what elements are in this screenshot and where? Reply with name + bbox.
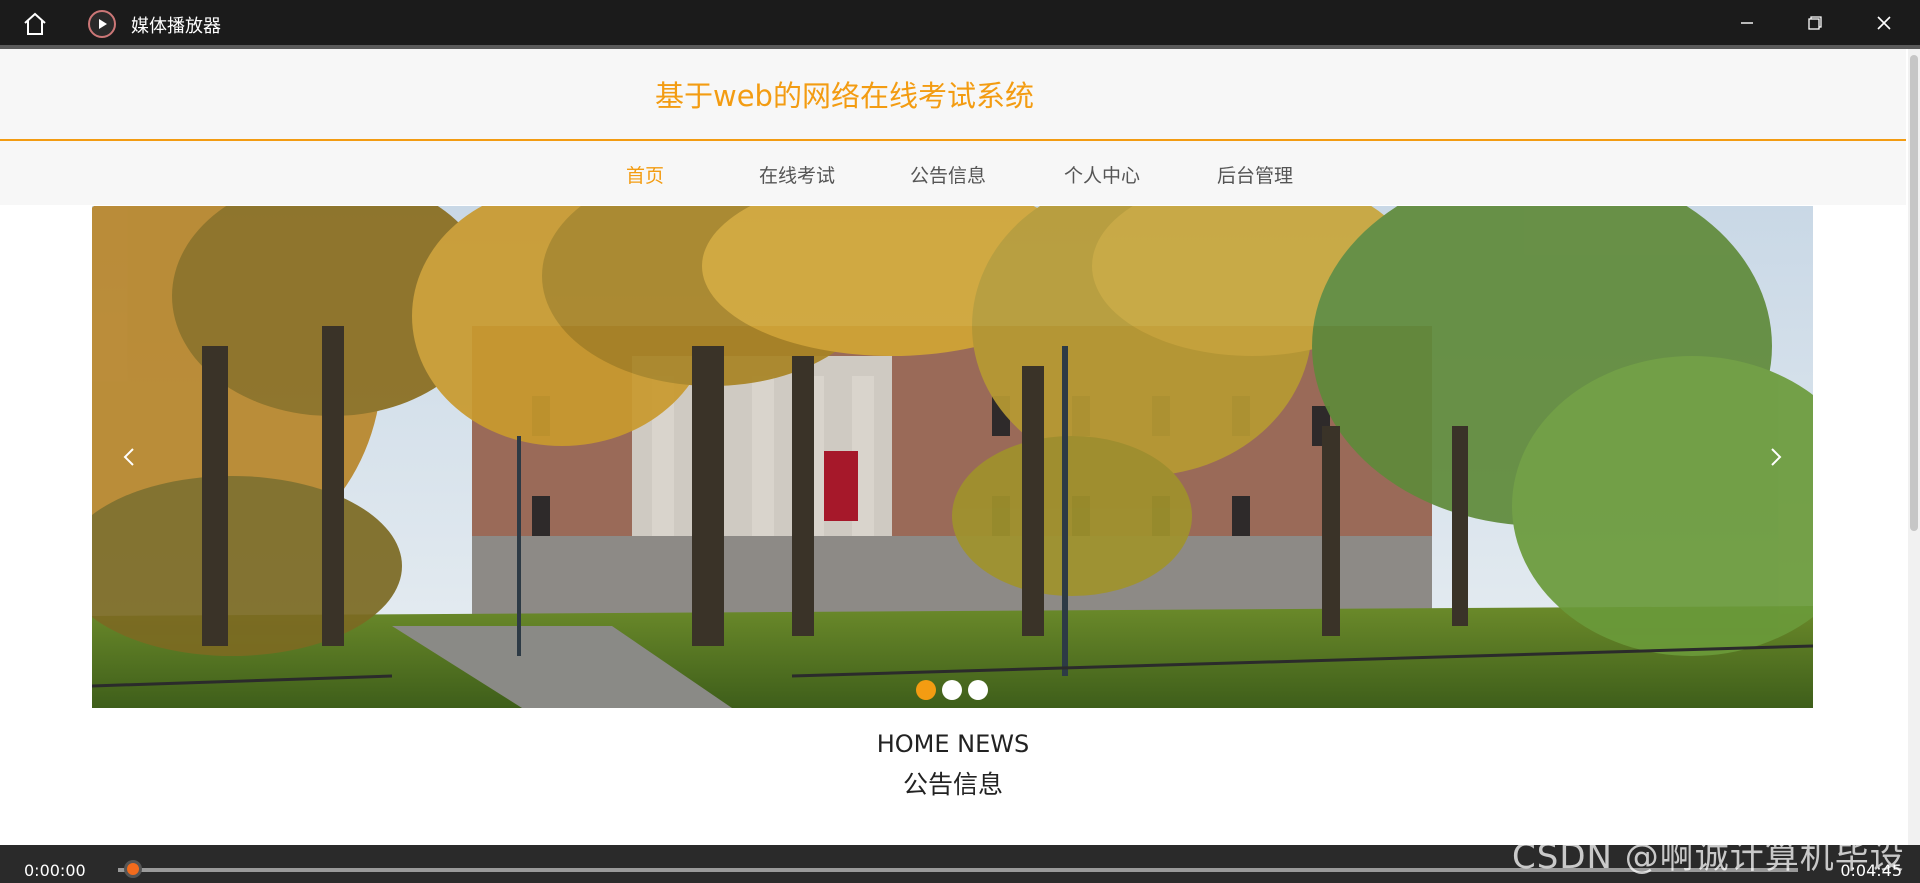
player-controls: 0:00:00 0:04:45 CSDN @啊诚计算机毕设 — [0, 837, 1920, 883]
home-icon[interactable] — [22, 11, 48, 37]
scrollbar-thumb[interactable] — [1910, 55, 1918, 531]
nav-home[interactable]: 首页 — [626, 161, 664, 188]
current-time: 0:00:00 — [24, 861, 86, 880]
site-title: 基于web的网络在线考试系统 — [655, 79, 1034, 113]
nav-admin[interactable]: 后台管理 — [1217, 161, 1293, 188]
nav-personal-center[interactable]: 个人中心 — [1064, 161, 1140, 188]
minimize-button[interactable] — [1713, 0, 1781, 45]
page-scrollbar[interactable] — [1908, 49, 1920, 845]
chevron-right-icon — [1771, 448, 1782, 466]
nav-announcements[interactable]: 公告信息 — [910, 161, 986, 188]
carousel-next-button[interactable] — [1761, 442, 1791, 472]
carousel-prev-button[interactable] — [114, 442, 144, 472]
close-button[interactable] — [1850, 0, 1918, 45]
campus-photo — [92, 206, 1813, 708]
window-title: 媒体播放器 — [131, 16, 221, 37]
news-heading-cn: 公告信息 — [902, 770, 1003, 799]
media-player-icon — [88, 10, 116, 38]
seek-handle[interactable] — [124, 860, 142, 878]
close-icon — [1877, 15, 1891, 30]
restore-icon — [1808, 15, 1822, 30]
minimize-icon — [1741, 21, 1753, 24]
banner-carousel[interactable] — [92, 206, 1813, 708]
restore-button[interactable] — [1781, 0, 1849, 45]
chevron-left-icon — [123, 448, 134, 466]
carousel-dot-1[interactable] — [916, 680, 936, 700]
carousel-dot-3[interactable] — [968, 680, 988, 700]
title-bar: 媒体播放器 — [0, 0, 1920, 45]
site-header: 基于web的网络在线考试系统 — [0, 49, 1906, 141]
video-frame[interactable]: 基于web的网络在线考试系统 首页 在线考试 公告信息 个人中心 后台管理 HO… — [0, 45, 1920, 845]
news-heading-en: HOME NEWS — [876, 730, 1030, 758]
carousel-indicators — [916, 680, 988, 700]
nav-online-exam[interactable]: 在线考试 — [759, 161, 835, 188]
main-nav: 首页 在线考试 公告信息 个人中心 后台管理 — [0, 141, 1906, 205]
carousel-dot-2[interactable] — [942, 680, 962, 700]
watermark: CSDN @啊诚计算机毕设 — [1512, 837, 1905, 877]
